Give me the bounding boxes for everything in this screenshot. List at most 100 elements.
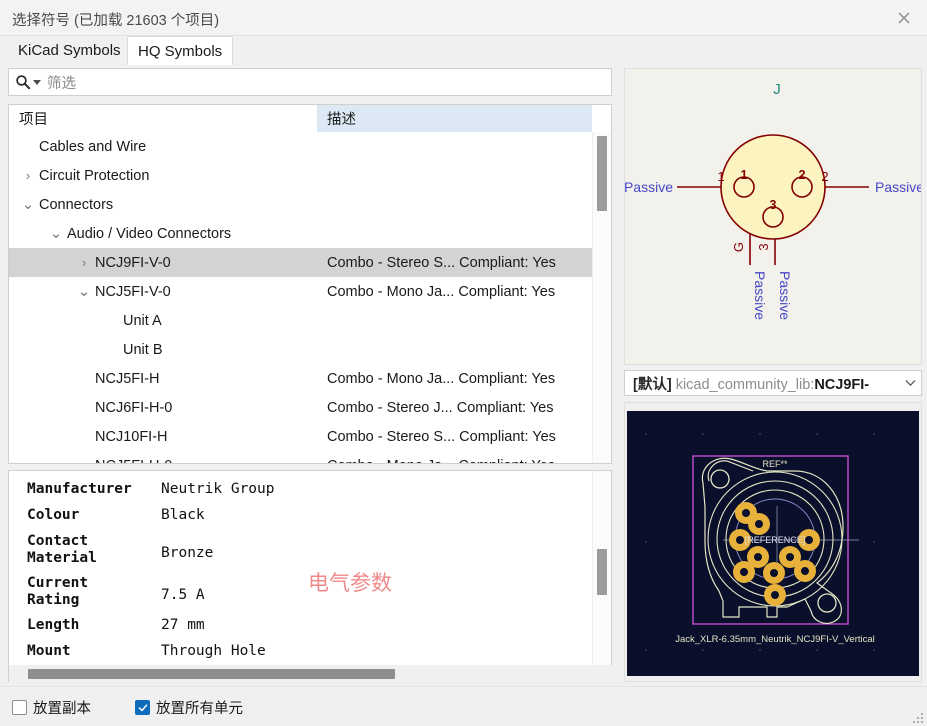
tree-item-label: Unit A: [123, 306, 162, 335]
column-header-item-label: 项目: [19, 108, 48, 129]
svg-text:Passive: Passive: [875, 179, 921, 195]
parameter-value: Black: [161, 507, 205, 524]
column-header-item[interactable]: 项目: [9, 105, 317, 132]
search-icon: [15, 74, 31, 90]
library-default-tag: [默认]: [633, 377, 672, 393]
parameter-key: Colour: [27, 507, 79, 524]
tab-bar: KiCad Symbols HQ Symbols: [0, 36, 927, 65]
svg-text:Jack_XLR-6.35mm_Neutrik_NCJ9FI: Jack_XLR-6.35mm_Neutrik_NCJ9FI-V_Vertica…: [675, 634, 875, 645]
svg-text:J: J: [773, 81, 781, 98]
place-all-units-checkbox-box: [135, 700, 150, 715]
symbol-preview[interactable]: J 1 2 3 1 2 G 3 Passive: [624, 68, 922, 365]
tab-kicad-symbols-label: KiCad Symbols: [18, 42, 121, 59]
parameter-value: 27 mm: [161, 617, 205, 634]
parameters-scrollbar-thumb[interactable]: [597, 549, 607, 595]
parameter-key: Current Rating: [27, 575, 88, 609]
tree-header: 项目 描述: [9, 105, 611, 132]
tree-item-label: NCJ10FI-H: [95, 422, 168, 451]
table-row[interactable]: NCJ6FI-H-0Combo - Stereo J... Compliant:…: [9, 393, 592, 422]
dialog-footer: 放置副本 放置所有单元 确定 (O) 取消 (C): [0, 686, 927, 726]
table-row[interactable]: ⌄NCJ5FI-V-0 Combo - Mono Ja... Compliant:…: [9, 277, 592, 306]
footprint-preview[interactable]: REF** [REFERENCE] Jack_XLR-6.35mm_Neutri…: [624, 402, 922, 682]
parameters-annotation: 电气参数: [308, 567, 392, 597]
table-row[interactable]: Cables and Wire: [9, 132, 592, 161]
search-input[interactable]: 筛选: [8, 68, 612, 96]
tree-item-description: Combo - Mono Ja... Compliant: Yes: [327, 277, 555, 306]
tree-item-label: Cables and Wire: [39, 132, 146, 161]
close-icon[interactable]: [881, 0, 927, 35]
tree-item-label: NCJ5FI-H: [95, 364, 159, 393]
symbol-chooser-dialog: 选择符号 (已加载 21603 个项目) KiCad Symbols HQ Sy…: [0, 0, 927, 726]
resize-grip[interactable]: [912, 712, 924, 724]
place-all-units-checkbox[interactable]: 放置所有单元: [135, 697, 243, 718]
table-row[interactable]: Unit A: [9, 306, 592, 335]
parameters-scrollbar[interactable]: [592, 471, 611, 681]
svg-text:1: 1: [741, 168, 748, 182]
svg-text:2: 2: [799, 168, 806, 182]
chevron-down-icon[interactable]: ⌄: [77, 277, 91, 306]
parameter-value: 7.5 A: [161, 587, 205, 604]
tree-item-label: Audio / Video Connectors: [67, 219, 231, 248]
place-copy-label: 放置副本: [33, 697, 91, 718]
title-bar: 选择符号 (已加载 21603 个项目): [0, 0, 927, 36]
chevron-down-icon[interactable]: ⌄: [49, 219, 63, 248]
chevron-down-icon[interactable]: ⌄: [21, 190, 35, 219]
table-row[interactable]: ⌄Connectors: [9, 190, 592, 219]
svg-text:3: 3: [770, 198, 777, 212]
tree-item-label: Unit B: [123, 335, 163, 364]
parameters-horizontal-scrollbar[interactable]: [9, 665, 612, 683]
window-title: 选择符号 (已加载 21603 个项目): [12, 9, 219, 30]
tree-item-description: Combo - Stereo S... Compliant: Yes: [327, 248, 556, 277]
svg-text:2: 2: [821, 169, 828, 184]
column-header-description[interactable]: 描述: [317, 105, 592, 132]
table-row[interactable]: NCJ5FI-H Combo - Mono Ja... Compliant: Ye…: [9, 364, 592, 393]
library-selector[interactable]: [默认] kicad_community_lib:NCJ9FI-: [624, 370, 922, 396]
tree-item-description: Combo - Mono Ja... Compliant: Yes: [327, 364, 555, 393]
svg-text:1: 1: [717, 169, 724, 184]
search-dropdown-caret-icon[interactable]: [33, 80, 41, 85]
library-symbol-name: NCJ9FI-: [814, 377, 869, 393]
table-row[interactable]: Unit B: [9, 335, 592, 364]
library-path: kicad_community_lib:: [676, 377, 815, 393]
column-header-description-label: 描述: [327, 108, 356, 129]
tree-item-description: Combo - Stereo S... Compliant: Yes: [327, 422, 556, 451]
table-row[interactable]: ›Circuit Protection: [9, 161, 592, 190]
parameter-value: Neutrik Group: [161, 481, 275, 498]
tree-scrollbar[interactable]: [592, 132, 611, 463]
svg-text:[REFERENCE]: [REFERENCE]: [745, 535, 806, 545]
parameter-key: Manufacturer: [27, 481, 132, 498]
place-copy-checkbox[interactable]: 放置副本: [12, 697, 91, 718]
svg-text:Passive: Passive: [777, 271, 793, 320]
tab-hq-symbols-label: HQ Symbols: [138, 43, 222, 60]
table-row[interactable]: ›NCJ9FI-V-0 Combo - Stereo S... Compliant…: [9, 248, 592, 277]
table-row[interactable]: ⌄Audio / Video Connectors: [9, 219, 592, 248]
svg-text:G: G: [731, 242, 746, 252]
tree-item-label: NCJ9FI-V-0: [95, 248, 171, 277]
table-row[interactable]: NCJ5FI-H-0 Combo - Mono Ja... Compliant: …: [9, 451, 592, 463]
chevron-right-icon[interactable]: ›: [21, 161, 35, 190]
tree-item-label: Circuit Protection: [39, 161, 149, 190]
svg-text:Passive: Passive: [752, 271, 768, 320]
parameters-rows: Manufacturer Neutrik Group Colour Black Cont…: [9, 471, 592, 663]
tree-item-label: Connectors: [39, 190, 113, 219]
parameter-key: Length: [27, 617, 79, 634]
place-copy-checkbox-box: [12, 700, 27, 715]
tab-hq-symbols[interactable]: HQ Symbols: [127, 36, 233, 65]
tab-kicad-symbols[interactable]: KiCad Symbols: [8, 36, 131, 65]
place-all-units-label: 放置所有单元: [156, 697, 243, 718]
parameter-key: Mount: [27, 643, 71, 660]
chevron-down-icon[interactable]: [899, 379, 921, 387]
table-row[interactable]: NCJ10FI-H Combo - Stereo S... Compliant: …: [9, 422, 592, 451]
svg-text:REF**: REF**: [762, 459, 788, 469]
chevron-right-icon[interactable]: ›: [77, 248, 91, 277]
tree-item-description: Combo - Mono Ja... Compliant: Yes: [327, 451, 555, 463]
tree-rows: Cables and Wire›Circuit Protection⌄Conne…: [9, 132, 592, 463]
parameters-horizontal-scrollbar-thumb[interactable]: [28, 669, 395, 679]
footprint-canvas: REF** [REFERENCE] Jack_XLR-6.35mm_Neutri…: [627, 411, 919, 676]
symbol-tree-panel: 项目 描述 Cables and Wire›Circuit Protection…: [8, 104, 612, 464]
tree-scrollbar-thumb[interactable]: [597, 136, 607, 211]
tree-item-label: NCJ5FI-V-0: [95, 277, 171, 306]
tree-item-label: NCJ5FI-H-0: [95, 451, 172, 463]
parameter-key: Contact Material: [27, 533, 97, 567]
parameter-value: Through Hole: [161, 643, 266, 660]
